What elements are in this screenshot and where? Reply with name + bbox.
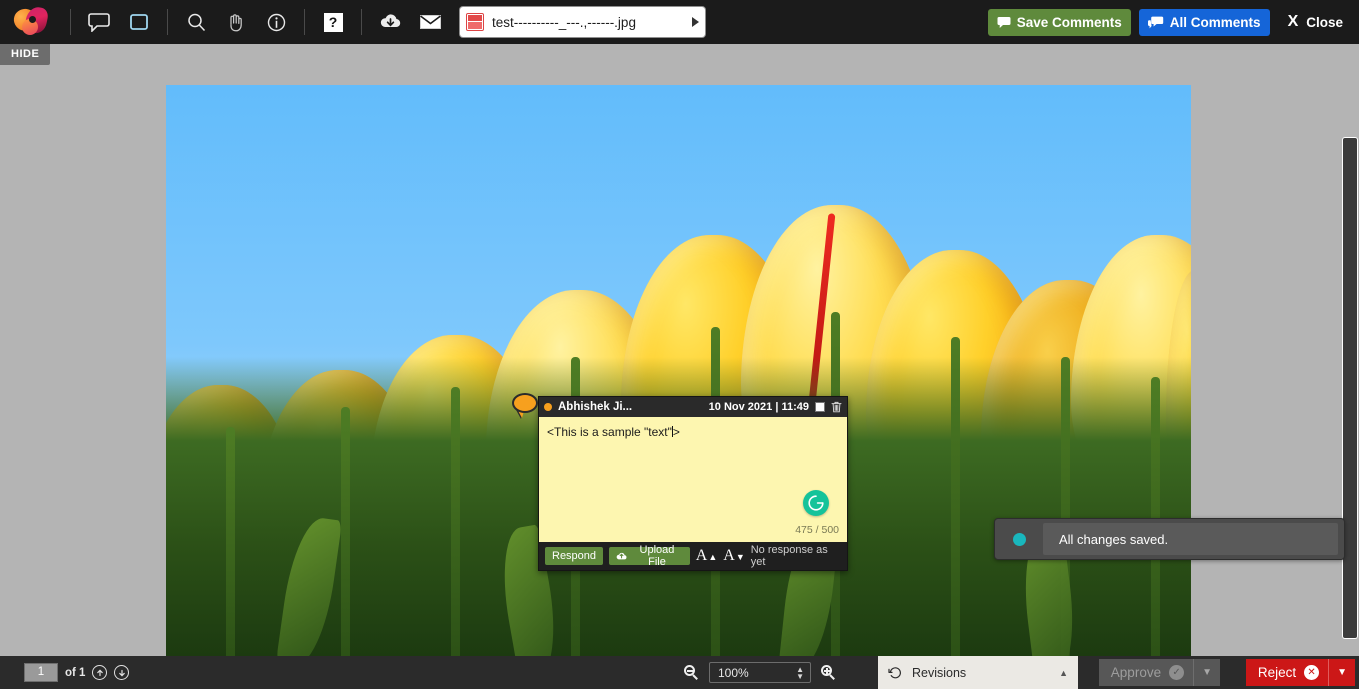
help-icon[interactable]: ? — [313, 2, 353, 42]
close-label: Close — [1306, 14, 1343, 30]
toolbar-divider-3 — [304, 9, 305, 35]
stepper-arrows-icon[interactable]: ▲ ▼ — [796, 666, 804, 681]
comment-header: Abhishek Ji... 10 Nov 2021 | 11:49 — [539, 397, 847, 417]
revisions-panel-toggle[interactable]: Revisions ▲ — [878, 656, 1078, 689]
help-icon-label: ? — [323, 12, 343, 32]
approve-dropdown-caret[interactable]: ▼ — [1194, 667, 1220, 678]
font-decrease-letter: A — [723, 547, 735, 564]
zoom-in-icon[interactable] — [821, 665, 836, 680]
file-name-selector[interactable]: test----------_---.,------.jpg — [460, 7, 705, 37]
viewer-scrollbar[interactable] — [1341, 88, 1359, 656]
page-up-button[interactable] — [92, 665, 108, 680]
top-toolbar: ? test----------_---.,------.jpg Save Co… — [0, 0, 1359, 44]
grammarly-glyph — [808, 495, 824, 511]
save-comments-button[interactable]: Save Comments — [987, 8, 1131, 36]
save-status-toast: All changes saved. — [994, 518, 1345, 560]
mail-icon[interactable] — [410, 2, 450, 42]
file-chevron-right-icon[interactable] — [692, 17, 699, 27]
toast-message: All changes saved. — [1043, 523, 1338, 555]
toolbar-divider-1 — [70, 9, 71, 35]
trash-icon[interactable] — [831, 401, 842, 413]
toolbar-divider-2 — [167, 9, 168, 35]
app-logo-mark — [11, 5, 50, 37]
page-down-button[interactable] — [114, 665, 130, 680]
upload-cloud-icon — [616, 552, 627, 560]
comment-textarea[interactable]: <This is a sample "text"> — [547, 424, 839, 440]
reject-label: Reject — [1257, 665, 1297, 680]
toolbar-divider-4 — [361, 9, 362, 35]
hide-panel-label: HIDE — [11, 48, 40, 60]
close-button[interactable]: X Close — [1278, 13, 1349, 31]
save-comments-label: Save Comments — [1016, 14, 1122, 30]
comment-popup[interactable]: Abhishek Ji... 10 Nov 2021 | 11:49 <This… — [538, 396, 848, 571]
chevron-up-icon: ▲ — [708, 552, 718, 562]
comment-body[interactable]: <This is a sample "text"> 475 / 500 — [539, 417, 847, 542]
shape-rectangle-icon[interactable] — [119, 2, 159, 42]
revisions-label: Revisions — [912, 665, 967, 680]
comment-icon[interactable] — [79, 2, 119, 42]
chevron-up-icon[interactable]: ▲ — [1059, 668, 1068, 678]
font-increase-letter: A — [695, 547, 708, 564]
page-total-label: of 1 — [65, 666, 86, 679]
comment-text-value: <This is a sample "text" — [547, 425, 672, 439]
approve-button[interactable]: Approve ✓ ▼ — [1098, 659, 1220, 686]
respond-button[interactable]: Respond — [545, 547, 604, 565]
reject-dropdown-caret[interactable]: ▼ — [1329, 667, 1355, 678]
status-dot-icon — [1012, 532, 1026, 546]
approve-check-icon: ✓ — [1169, 665, 1185, 680]
page-number-input[interactable]: 1 — [24, 663, 58, 682]
comment-author: Abhishek Ji... — [558, 401, 633, 413]
search-icon[interactable] — [176, 2, 216, 42]
zoom-level-select[interactable]: 100% ▲ ▼ — [709, 662, 811, 683]
grammarly-icon[interactable] — [803, 490, 829, 516]
character-counter: 475 / 500 — [795, 524, 839, 536]
approve-label: Approve — [1110, 665, 1162, 680]
respond-label: Respond — [552, 550, 597, 562]
viewer-scrollbar-thumb[interactable] — [1343, 138, 1357, 638]
reject-button[interactable]: Reject ✕ ▼ — [1245, 659, 1355, 686]
page-navigation: 1 of 1 — [0, 663, 130, 682]
comment-response-status: No response as yet — [750, 544, 828, 568]
history-revert-icon — [888, 666, 902, 680]
font-increase-button[interactable]: A ▲ — [696, 548, 717, 564]
comment-timestamp: 10 Nov 2021 | 11:49 — [708, 401, 809, 413]
hide-panel-tab[interactable]: HIDE — [0, 44, 51, 65]
zoom-controls: 100% ▲ ▼ — [684, 662, 836, 683]
comment-pin-marker[interactable] — [512, 393, 540, 419]
all-comments-label: All Comments — [1169, 14, 1261, 30]
chevron-down-icon: ▼ — [735, 552, 745, 562]
zoom-level-value: 100% — [718, 665, 749, 680]
app-logo[interactable] — [0, 0, 62, 44]
font-decrease-button[interactable]: A ▼ — [723, 548, 744, 564]
comment-status-dot — [544, 403, 552, 411]
bottom-toolbar: 1 of 1 100% ▲ ▼ Revisions ▲ Approve ✓ ▼ … — [0, 656, 1359, 689]
proofing-app-window: ? test----------_---.,------.jpg Save Co… — [0, 0, 1359, 689]
all-comments-button[interactable]: All Comments — [1138, 8, 1270, 36]
pan-hand-icon[interactable] — [216, 2, 256, 42]
file-thumbnail-icon — [466, 13, 484, 31]
document-viewer[interactable]: Abhishek Ji... 10 Nov 2021 | 11:49 <This… — [0, 44, 1359, 656]
upload-file-label: Upload File — [639, 544, 675, 568]
all-comments-bubbles-icon — [1147, 16, 1163, 28]
comment-footer: Respond Upload File A ▲ A ▼ No response … — [539, 542, 847, 570]
download-icon[interactable] — [370, 2, 410, 42]
save-comments-bubble-icon — [997, 16, 1011, 28]
upload-file-button[interactable]: Upload File — [609, 544, 690, 568]
file-name-label: test----------_---.,------.jpg — [492, 14, 636, 30]
toolbar-right-group: Save Comments All Comments X Close — [987, 8, 1359, 36]
zoom-out-icon[interactable] — [684, 665, 699, 680]
comment-text-tail: > — [672, 425, 680, 439]
comment-resolve-checkbox[interactable] — [815, 402, 825, 412]
toast-indicator — [995, 532, 1043, 546]
info-icon[interactable] — [256, 2, 296, 42]
close-icon: X — [1287, 13, 1299, 30]
reject-x-icon: ✕ — [1304, 665, 1320, 680]
